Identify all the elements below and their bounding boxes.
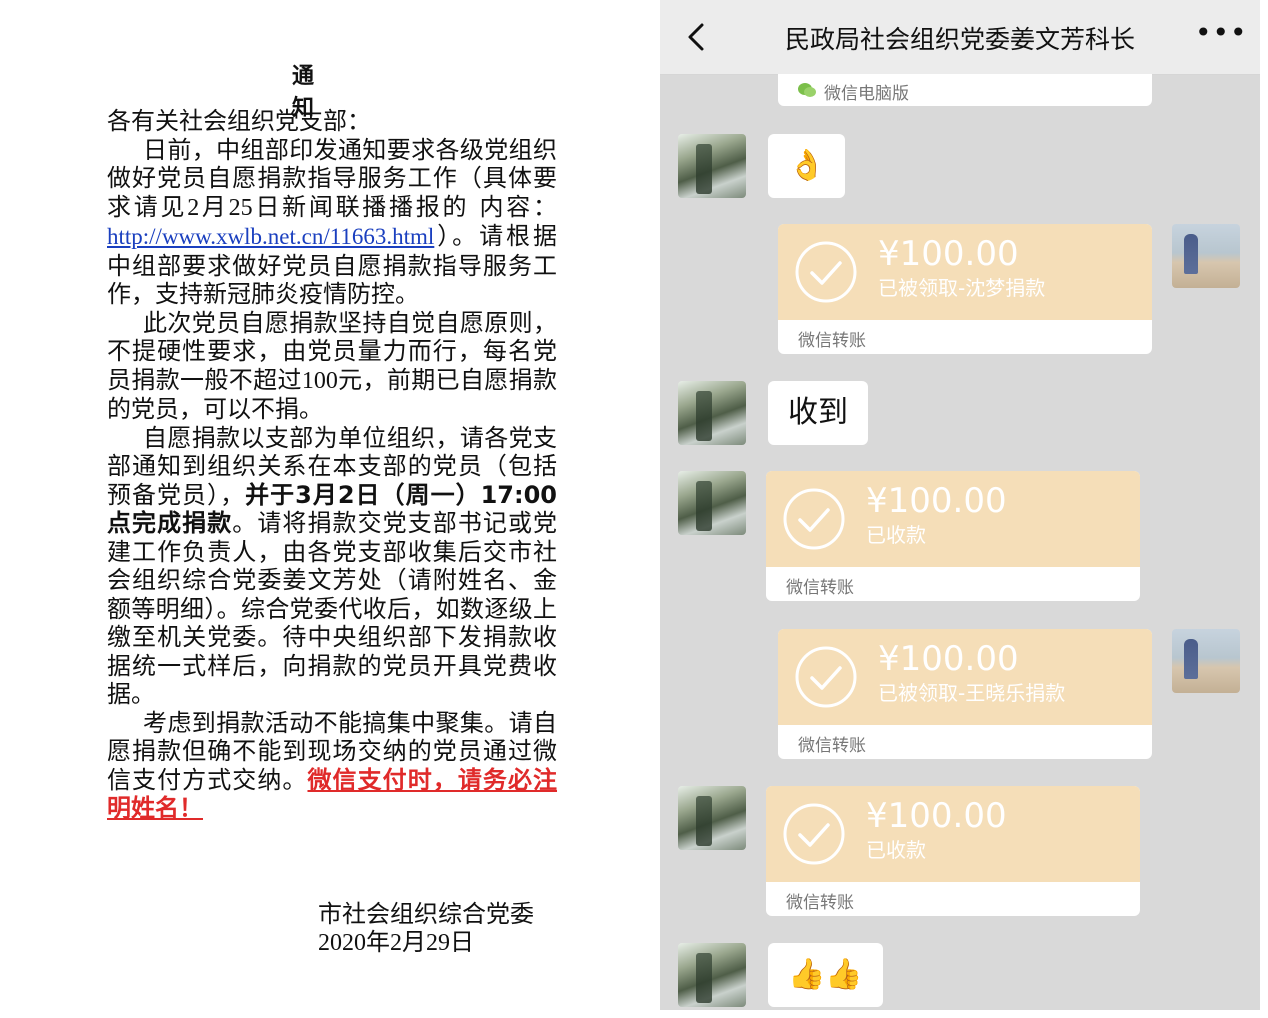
avatar[interactable] bbox=[678, 943, 746, 1007]
transfer-status: 已收款 bbox=[866, 523, 926, 547]
notice-p1-text-2: 新闻联播播报的 内容： bbox=[282, 192, 558, 221]
notice-paragraph-4: 考虑到捐款活动不能搞集中聚集。请自愿捐款但确不能到现场交纳的党员通过微信支付方式… bbox=[107, 709, 557, 823]
check-circle-icon bbox=[783, 488, 845, 550]
avatar[interactable] bbox=[678, 786, 746, 850]
avatar[interactable] bbox=[678, 134, 746, 198]
transfer-card[interactable]: ¥100.00 已收款 微信转账 bbox=[766, 471, 1140, 601]
transfer-status: 已收款 bbox=[866, 838, 926, 862]
wechat-icon bbox=[798, 83, 816, 97]
notice-body: 各有关社会组织党支部： 日前，中组部印发通知要求各级党组织做好党员自愿捐款指导服… bbox=[107, 107, 557, 823]
chat-header: 民政局社会组织党委姜文芳科长 ••• bbox=[660, 0, 1260, 75]
transfer-status: 已被领取-王晓乐捐款 bbox=[878, 681, 1066, 705]
notice-signature: 市社会组织综合党委 2020年2月29日 bbox=[318, 900, 578, 958]
pc-source-label: 微信电脑版 bbox=[824, 84, 909, 104]
message-emoji-ok[interactable]: 👌 bbox=[768, 134, 846, 198]
transfer-card[interactable]: ¥100.00 已被领取-王晓乐捐款 微信转账 bbox=[778, 629, 1152, 759]
notice-paragraph-1: 日前，中组部印发通知要求各级党组织做好党员自愿捐款指导服务工作（具体要求请见2月… bbox=[107, 136, 557, 309]
notice-signer: 市社会组织综合党委 bbox=[318, 900, 534, 928]
avatar[interactable] bbox=[1172, 629, 1240, 693]
avatar[interactable] bbox=[678, 381, 746, 445]
transfer-footer: 微信转账 bbox=[786, 893, 854, 913]
message-text[interactable]: 收到 bbox=[768, 381, 868, 445]
notice-p3-text-2: 。请将捐款交党支部书记或党建工作负责人，由各党支部收集后交市社会组织综合党委姜文… bbox=[107, 509, 558, 708]
back-button[interactable] bbox=[682, 22, 712, 52]
notice-greeting: 各有关社会组织党支部： bbox=[107, 107, 371, 135]
notice-paragraph-2: 此次党员自愿捐款坚持自觉自愿原则，不提硬性要求，由党员量力而行，每名党员捐款一般… bbox=[107, 309, 557, 424]
transfer-amount: ¥100.00 bbox=[878, 639, 1019, 679]
more-options-button[interactable]: ••• bbox=[1195, 19, 1247, 50]
notice-document: 通 知 各有关社会组织党支部： 日前，中组部印发通知要求各级党组织做好党员自愿捐… bbox=[0, 0, 660, 1018]
notice-date: 2020年2月29日 bbox=[318, 930, 474, 956]
message-emoji-thumbs[interactable]: 👍👍 bbox=[768, 943, 883, 1007]
notice-p2-amount: 100 bbox=[301, 367, 338, 394]
transfer-amount: ¥100.00 bbox=[878, 234, 1019, 274]
news-link[interactable]: http://www.xwlb.net.cn/11663.html bbox=[107, 224, 434, 249]
chat-title: 民政局社会组织党委姜文芳科长 bbox=[784, 25, 1135, 54]
avatar[interactable] bbox=[1172, 224, 1240, 288]
notice-p1-date: 2月25日 bbox=[187, 194, 283, 221]
transfer-amount: ¥100.00 bbox=[866, 481, 1007, 521]
chat-window: 民政局社会组织党委姜文芳科长 ••• 微信电脑版 👌 ¥100.00 已被领取-… bbox=[660, 0, 1260, 1010]
transfer-status: 已被领取-沈梦捐款 bbox=[878, 276, 1046, 300]
transfer-footer: 微信转账 bbox=[798, 331, 866, 351]
check-circle-icon bbox=[783, 803, 845, 865]
chevron-left-icon bbox=[688, 23, 704, 51]
check-circle-icon bbox=[795, 241, 857, 303]
notice-paragraph-3: 自愿捐款以支部为单位组织，请各党支部通知到组织关系在本支部的党员（包括预备党员）… bbox=[107, 424, 557, 709]
transfer-footer: 微信转账 bbox=[798, 736, 866, 756]
transfer-card[interactable]: ¥100.00 已收款 微信转账 bbox=[766, 786, 1140, 916]
check-circle-icon bbox=[795, 646, 857, 708]
transfer-footer: 微信转账 bbox=[786, 578, 854, 598]
transfer-amount: ¥100.00 bbox=[866, 796, 1007, 836]
transfer-card[interactable]: ¥100.00 已被领取-沈梦捐款 微信转账 bbox=[778, 224, 1152, 354]
pc-source-card[interactable]: 微信电脑版 bbox=[778, 74, 1152, 106]
avatar[interactable] bbox=[678, 471, 746, 535]
